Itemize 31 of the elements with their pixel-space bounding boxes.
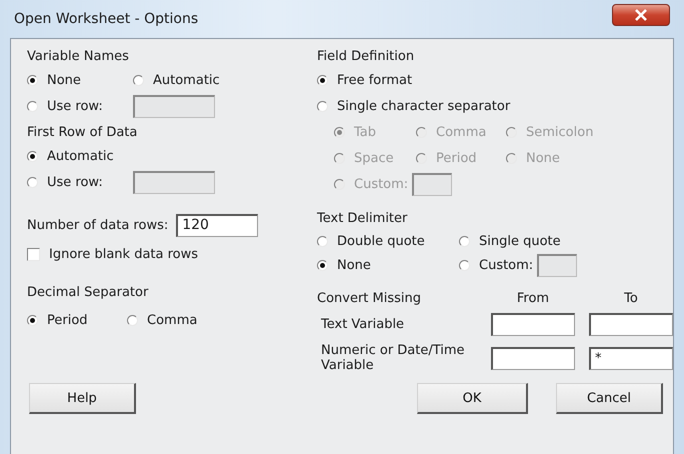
group-label: Variable Names	[27, 48, 130, 66]
group-label: Text Delimiter	[317, 210, 408, 228]
column-header: From	[516, 291, 550, 306]
dialog-button[interactable]: Help	[29, 383, 136, 414]
to-field[interactable]: *	[589, 346, 673, 370]
group-label: Decimal Separator	[27, 284, 150, 302]
radio-option[interactable]: Single quote	[459, 234, 561, 248]
column-header: To	[623, 291, 639, 306]
dialog-button[interactable]: OK	[417, 383, 528, 414]
radio-option[interactable]: Automatic	[133, 72, 220, 88]
checkbox-option[interactable]: Ignore blank data rows	[27, 246, 198, 262]
data-rows-field[interactable]: 120	[176, 214, 258, 236]
radio-option[interactable]: Automatic	[27, 148, 133, 164]
group-label: Convert Missing	[317, 291, 422, 306]
radio-option[interactable]: Period	[27, 312, 127, 328]
group-label: Field Definition	[317, 48, 416, 66]
radio-option[interactable]: Custom:	[459, 258, 534, 272]
group-label: First Row of Data	[27, 124, 138, 142]
radio-option[interactable]: None	[27, 72, 133, 88]
radio-option[interactable]: None	[317, 258, 371, 272]
field-label: Number of data rows:	[27, 218, 168, 232]
radio-option[interactable]: Double quote	[317, 234, 425, 248]
radio-option[interactable]: Free format	[317, 72, 412, 88]
window-title: Open Worksheet - Options	[14, 11, 198, 27]
dialog-button[interactable]: Cancel	[556, 383, 663, 414]
radio-option[interactable]: Use row:	[27, 98, 133, 114]
row-label: Text Variable	[320, 317, 406, 332]
radio-option[interactable]: Single character separator	[317, 98, 510, 114]
radio-option[interactable]: Use row:	[27, 174, 133, 190]
radio-option[interactable]: Comma	[127, 312, 198, 328]
row-label: Numeric or Date/Time Variable	[320, 343, 466, 373]
